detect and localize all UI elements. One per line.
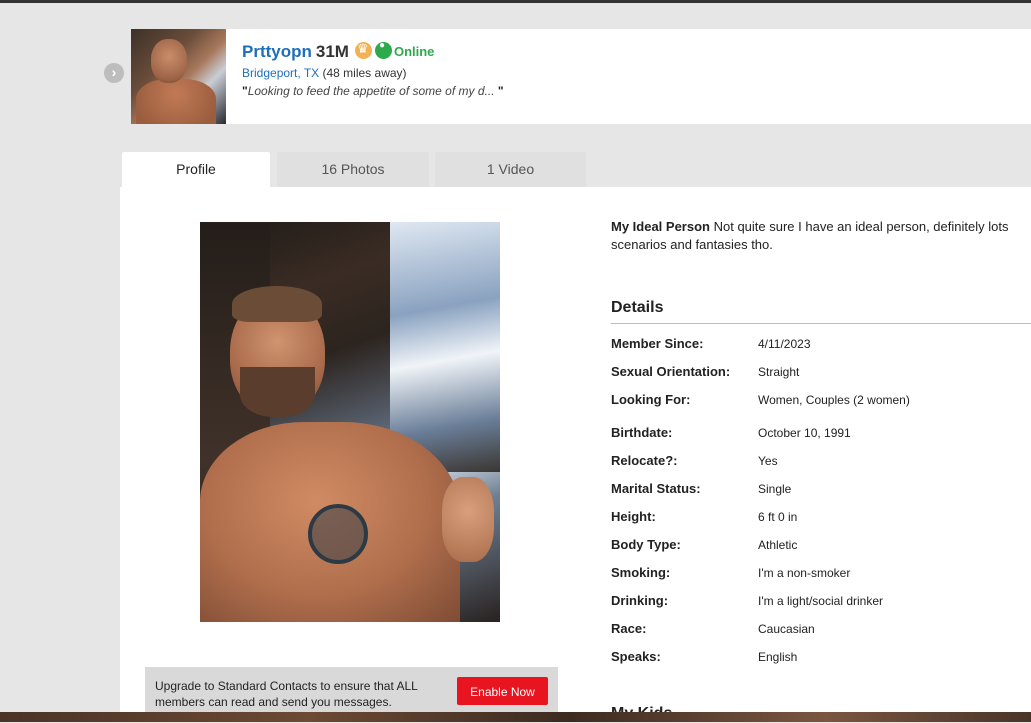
details-title: Details [611,299,664,316]
username[interactable]: Prttyopn [242,42,312,61]
tab-video[interactable]: 1 Video [435,152,586,187]
enable-now-button[interactable]: Enable Now [457,677,548,705]
detail-value: Athletic [758,538,798,552]
detail-value: Straight [758,365,800,379]
online-status: Online [393,44,435,59]
online-icon [374,40,392,59]
location-line: Bridgeport, TX (48 miles away) [242,66,407,80]
detail-value: 6 ft 0 in [758,510,798,524]
photo-waterfall [390,222,500,472]
chevron-right-icon[interactable]: › [104,63,124,83]
photo-hand [442,477,494,562]
tagline-text: Looking to feed the appetite of some of … [247,84,495,98]
detail-label: Relocate?: [611,453,678,468]
detail-value: Single [758,482,792,496]
tagline: "Looking to feed the appetite of some of… [242,84,504,98]
photo-hair [232,286,322,322]
profile-header: Prttyopn31M Online Bridgeport, TX (48 mil… [131,29,1031,124]
location-link[interactable]: Bridgeport, TX [242,66,319,80]
upgrade-text: Upgrade to Standard Contacts to ensure t… [155,679,418,709]
main-profile-photo[interactable] [200,222,500,622]
detail-label: Smoking: [611,565,671,580]
detail-label: Sexual Orientation: [611,364,731,379]
detail-value: Caucasian [758,622,815,636]
ideal-person: My Ideal Person Not quite sure I have an… [611,218,1031,254]
detail-value: I'm a light/social drinker [758,594,884,608]
top-border [0,0,1031,3]
profile-thumbnail[interactable] [131,29,226,124]
distance: (48 miles away) [322,66,407,80]
detail-value: English [758,650,798,664]
thumbnail-figure-body [136,79,216,124]
tab-profile[interactable]: Profile [122,152,270,187]
thumbnail-figure-face [151,39,187,83]
detail-value: I'm a non-smoker [758,566,851,580]
detail-label: Speaks: [611,649,661,664]
detail-label: Looking For: [611,392,691,407]
tab-photos[interactable]: 16 Photos [277,152,429,187]
details-divider [611,323,1031,324]
detail-value: 4/11/2023 [758,337,811,351]
detail-label: Birthdate: [611,425,673,440]
photo-beard [240,367,315,417]
detail-label: Body Type: [611,537,681,552]
background-photo-strip [0,712,1031,722]
detail-value: Yes [758,454,778,468]
detail-label: Drinking: [611,593,669,608]
quote-close: " [497,84,504,98]
detail-value: October 10, 1991 [758,426,851,440]
ideal-person-heading: My Ideal Person [611,219,710,234]
name-line: Prttyopn31M Online [242,40,435,62]
detail-label: Marital Status: [611,481,701,496]
detail-label: Height: [611,509,656,524]
detail-value: Women, Couples (2 women) [758,393,910,407]
age-sex: 31M [315,42,349,61]
detail-label: Race: [611,621,647,636]
crown-icon [354,41,372,59]
detail-label: Member Since: [611,336,704,351]
photo-tattoo [308,504,368,564]
